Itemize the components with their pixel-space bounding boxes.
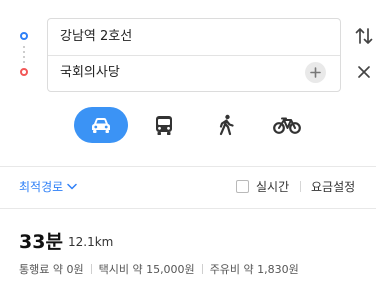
realtime-label[interactable]: 실시간 (256, 178, 289, 195)
sort-label: 최적경로 (19, 180, 64, 194)
walk-icon (219, 114, 234, 136)
realtime-checkbox[interactable] (236, 180, 249, 193)
toll-fee: 통행료 약 0원 (19, 263, 84, 276)
swap-route-icon[interactable] (355, 26, 373, 46)
sort-dropdown[interactable]: 최적경로 (19, 178, 77, 195)
close-icon[interactable] (356, 64, 372, 80)
bus-icon (156, 115, 172, 135)
route-dot (23, 61, 25, 63)
fee-separator (90, 264, 92, 274)
section-divider (0, 208, 376, 209)
route-time: 33분 (19, 231, 63, 253)
route-divider (48, 55, 340, 56)
taxi-fee: 택시비 약 15,000원 (98, 263, 195, 276)
route-input-box: 강남역 2호선 국회의사당 (47, 18, 341, 92)
mode-tab-bike[interactable] (268, 107, 306, 143)
mode-tab-car[interactable] (74, 107, 128, 143)
destination-marker-icon (20, 68, 28, 76)
route-distance: 12.1km (68, 235, 114, 249)
chevron-down-icon (67, 183, 77, 190)
fare-settings-button[interactable]: 요금설정 (311, 178, 355, 195)
add-waypoint-button[interactable] (305, 62, 326, 83)
fuel-fee: 주유비 약 1,830원 (209, 263, 299, 276)
route-fees: 통행료 약 0원 택시비 약 15,000원 주유비 약 1,830원 (19, 261, 299, 277)
origin-input[interactable]: 강남역 2호선 (60, 28, 132, 46)
car-icon (92, 118, 110, 133)
fee-separator (201, 264, 203, 274)
origin-marker-icon (20, 32, 28, 40)
mode-tab-walk[interactable] (208, 107, 244, 143)
destination-input[interactable]: 국회의사당 (60, 64, 120, 82)
option-separator (300, 181, 301, 192)
plus-icon (310, 67, 321, 78)
mode-tab-bus[interactable] (146, 107, 182, 143)
bike-icon (273, 117, 301, 134)
route-dot (23, 51, 25, 53)
route-dot (23, 56, 25, 58)
section-divider (0, 166, 376, 167)
route-dot (23, 46, 25, 48)
